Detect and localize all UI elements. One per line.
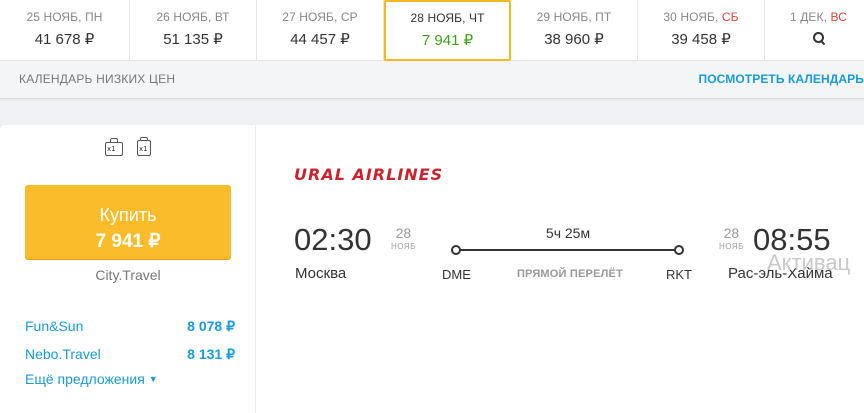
chevron-down-icon: ▼ bbox=[148, 374, 158, 384]
search-icon bbox=[812, 32, 825, 44]
date-price: 7 941 ₽ bbox=[421, 32, 474, 49]
agency-name: City.Travel bbox=[95, 267, 161, 283]
more-offers-link[interactable]: Ещё предложения ▼ bbox=[25, 371, 158, 387]
offer-agency: Fun&Sun bbox=[25, 318, 84, 334]
arrival-point-icon bbox=[674, 245, 684, 255]
date-label: 26 НОЯБ, ВТ bbox=[156, 10, 230, 24]
route-line bbox=[456, 249, 680, 251]
arrival-date: 28 НОЯБ bbox=[719, 225, 744, 251]
baggage-count: x1 bbox=[139, 145, 148, 153]
flight-duration: 5ч 25м bbox=[545, 225, 591, 241]
date-price: 51 135 ₽ bbox=[163, 31, 223, 48]
date-price: 39 458 ₽ bbox=[671, 31, 731, 48]
date-label-text: 1 ДЕК, bbox=[790, 10, 831, 24]
date-label: 29 НОЯБ, ПТ bbox=[536, 10, 612, 24]
weekend-day: СБ bbox=[721, 10, 739, 24]
date-cell-26[interactable]: 26 НОЯБ, ВТ 51 135 ₽ bbox=[130, 0, 257, 61]
luggage-count: x1 bbox=[107, 145, 116, 153]
ticket-card: x1 x1 Купить 7 941 ₽ City.Travel Fun&Sun… bbox=[0, 125, 864, 413]
date-cell-25[interactable]: 25 НОЯБ, ПН 41 678 ₽ bbox=[0, 0, 130, 61]
departure-date: 28 НОЯБ bbox=[391, 225, 416, 251]
departure-point-icon bbox=[451, 245, 461, 255]
departure-day: 28 bbox=[395, 225, 412, 241]
date-cell-30[interactable]: 30 НОЯБ, СБ 39 458 ₽ bbox=[638, 0, 765, 61]
low-price-calendar-bar: КАЛЕНДАРЬ НИЗКИХ ЦЕН ПОСМОТРЕТЬ КАЛЕНДАР… bbox=[0, 61, 864, 99]
date-cell-1-dec[interactable]: 1 ДЕК, ВС bbox=[765, 0, 864, 61]
departure-month: НОЯБ bbox=[391, 242, 416, 251]
buy-price: 7 941 ₽ bbox=[95, 230, 161, 252]
offer-item[interactable]: Nebo.Travel 8 131 ₽ bbox=[25, 340, 235, 368]
date-label-text: 30 НОЯБ, bbox=[663, 10, 722, 24]
baggage-icon: x1 bbox=[134, 137, 154, 157]
arrival-day: 28 bbox=[723, 225, 740, 241]
date-price: 38 960 ₽ bbox=[544, 31, 604, 48]
buy-label: Купить bbox=[99, 204, 157, 225]
date-label: 27 НОЯБ, СР bbox=[282, 10, 358, 24]
date-cell-27[interactable]: 27 НОЯБ, СР 44 457 ₽ bbox=[257, 0, 384, 61]
departure-city: Москва bbox=[295, 265, 347, 282]
offer-agency: Nebo.Travel bbox=[25, 346, 101, 362]
direct-flight-label: ПРЯМОЙ ПЕРЕЛЁТ bbox=[516, 268, 624, 280]
date-label: 28 НОЯБ, ЧТ bbox=[410, 11, 485, 25]
date-price: 41 678 ₽ bbox=[34, 31, 95, 48]
luggage-icon: x1 bbox=[104, 137, 124, 157]
arrival-month: НОЯБ bbox=[719, 242, 744, 251]
airline-logo: URAL AIRLINES bbox=[294, 165, 444, 184]
date-strip: 25 НОЯБ, ПН 41 678 ₽ 26 НОЯБ, ВТ 51 135 … bbox=[0, 0, 864, 61]
search-price-button[interactable] bbox=[765, 24, 864, 49]
date-label: 1 ДЕК, ВС bbox=[765, 10, 864, 24]
offer-price: 8 078 ₽ bbox=[187, 317, 235, 334]
date-cell-28-selected[interactable]: 28 НОЯБ, ЧТ 7 941 ₽ bbox=[384, 0, 511, 61]
date-label: 30 НОЯБ, СБ bbox=[638, 10, 764, 24]
other-offers: Fun&Sun 8 078 ₽ Nebo.Travel 8 131 ₽ bbox=[25, 312, 235, 368]
view-calendar-link[interactable]: ПОСМОТРЕТЬ КАЛЕНДАРЬ bbox=[699, 72, 864, 86]
baggage-info: x1 x1 bbox=[104, 137, 154, 157]
offer-item[interactable]: Fun&Sun 8 078 ₽ bbox=[25, 312, 235, 340]
offer-price: 8 131 ₽ bbox=[187, 345, 235, 362]
activation-watermark: Активац bbox=[767, 250, 851, 275]
buy-button[interactable]: Купить 7 941 ₽ bbox=[25, 185, 231, 259]
more-offers-label: Ещё предложения bbox=[25, 371, 145, 387]
date-cell-29[interactable]: 29 НОЯБ, ПТ 38 960 ₽ bbox=[511, 0, 638, 61]
date-price: 44 457 ₽ bbox=[290, 31, 350, 48]
arrival-iata: RKT bbox=[666, 267, 692, 282]
weekend-day: ВС bbox=[830, 10, 847, 24]
ticket-buy-column: x1 x1 Купить 7 941 ₽ City.Travel Fun&Sun… bbox=[0, 125, 256, 413]
calendar-title: КАЛЕНДАРЬ НИЗКИХ ЦЕН bbox=[19, 72, 176, 86]
date-label: 25 НОЯБ, ПН bbox=[26, 10, 103, 24]
departure-time: 02:30 bbox=[294, 222, 372, 257]
